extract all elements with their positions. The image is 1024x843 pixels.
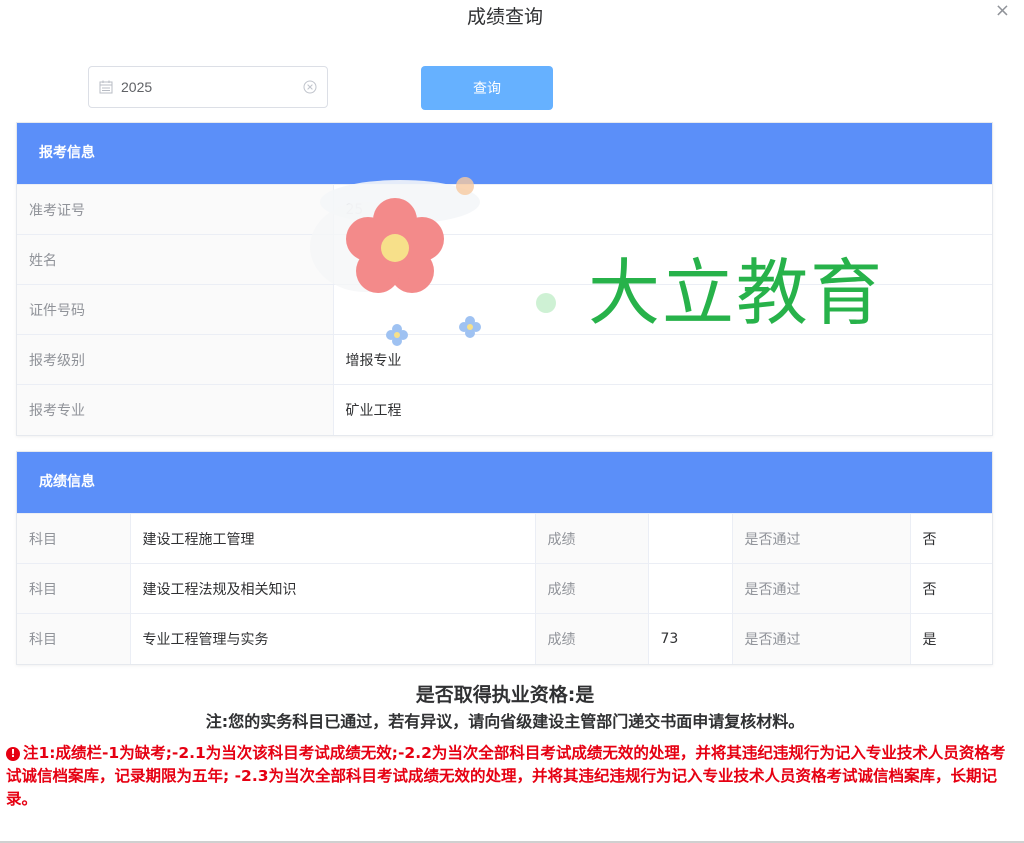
scores-table: 科目 建设工程施工管理 成绩 是否通过否科目 建设工程法规及相关知识 成绩 是否通过否科目专…: [17, 513, 992, 664]
registration-value: [332, 234, 992, 285]
calendar-icon: [99, 80, 113, 94]
subject-label: 科目: [17, 613, 130, 664]
pass-label: 是否通过: [731, 513, 910, 564]
registration-label: 证件号码: [17, 284, 333, 335]
pass-value: 是: [909, 613, 992, 664]
registration-value: 矿业工程: [332, 384, 992, 435]
registration-value: 增报专业: [332, 334, 992, 385]
dialog-title: 成绩查询: [466, 6, 543, 28]
pass-value: 否: [909, 563, 992, 614]
registration-row: 报考级别 增报专业: [17, 334, 992, 385]
qualification-result: 是否取得执业资格:是: [415, 684, 595, 706]
registration-value: 25: [332, 184, 992, 235]
registration-row: 报考专业 矿业工程: [17, 384, 992, 435]
subject-name: 专业工程管理与实务: [129, 613, 535, 664]
subject-label: 科目: [17, 563, 130, 614]
scores-header: 成绩信息: [17, 452, 992, 513]
score-value: [647, 513, 732, 564]
subject-name: 建设工程法规及相关知识: [129, 563, 535, 614]
score-row: 科目 建设工程法规及相关知识 成绩 是否通过否: [17, 563, 992, 614]
close-icon[interactable]: ×: [995, 0, 1010, 22]
warning-icon: !: [6, 747, 20, 761]
clear-icon[interactable]: [303, 80, 317, 94]
score-value: [647, 563, 732, 614]
score-row: 科目 建设工程施工管理 成绩 是否通过否: [17, 513, 992, 564]
registration-label: 准考证号: [17, 184, 333, 235]
registration-label: 姓名: [17, 234, 333, 285]
subject-label: 科目: [17, 513, 130, 564]
registration-panel: 报考信息 准考证号 25 姓名 证件号码 报考级别 增报专业 报考专业 矿业工程: [16, 122, 993, 436]
score-value: 73: [647, 613, 732, 664]
registration-label: 报考专业: [17, 384, 333, 435]
pass-label: 是否通过: [731, 563, 910, 614]
registration-label: 报考级别: [17, 334, 333, 385]
registration-header: 报考信息: [17, 123, 992, 184]
registration-row: 姓名: [17, 234, 992, 285]
registration-value: [332, 284, 992, 335]
scores-panel: 成绩信息 科目 建设工程施工管理 成绩 是否通过否科目 建设工程法规及相关知识 成绩 是否通…: [16, 451, 993, 665]
registration-row: 证件号码: [17, 284, 992, 335]
year-input[interactable]: [121, 79, 303, 95]
pass-value: 否: [909, 513, 992, 564]
score-row: 科目 专业工程管理与实务 成绩 73 是否通过是: [17, 613, 992, 664]
search-button[interactable]: 查询: [421, 66, 553, 110]
remark-text: 注:您的实务科目已通过，若有异议，请向省级建设主管部门递交书面申请复核材料。: [205, 712, 805, 731]
score-label: 成绩: [534, 613, 648, 664]
pass-label: 是否通过: [731, 613, 910, 664]
subject-name: 建设工程施工管理: [129, 513, 535, 564]
note-body: 注1:成绩栏-1为缺考;-2.1为当次该科目考试成绩无效;-2.2为当次全部科目…: [6, 744, 1006, 808]
registration-row: 准考证号 25: [17, 184, 992, 235]
score-label: 成绩: [534, 563, 648, 614]
note-text: ! 注1:成绩栏-1为缺考;-2.1为当次该科目考试成绩无效;-2.2为当次全部科…: [6, 742, 1010, 811]
score-label: 成绩: [534, 513, 648, 564]
registration-table: 准考证号 25 姓名 证件号码 报考级别 增报专业 报考专业 矿业工程: [17, 184, 992, 435]
year-picker[interactable]: [88, 66, 328, 108]
